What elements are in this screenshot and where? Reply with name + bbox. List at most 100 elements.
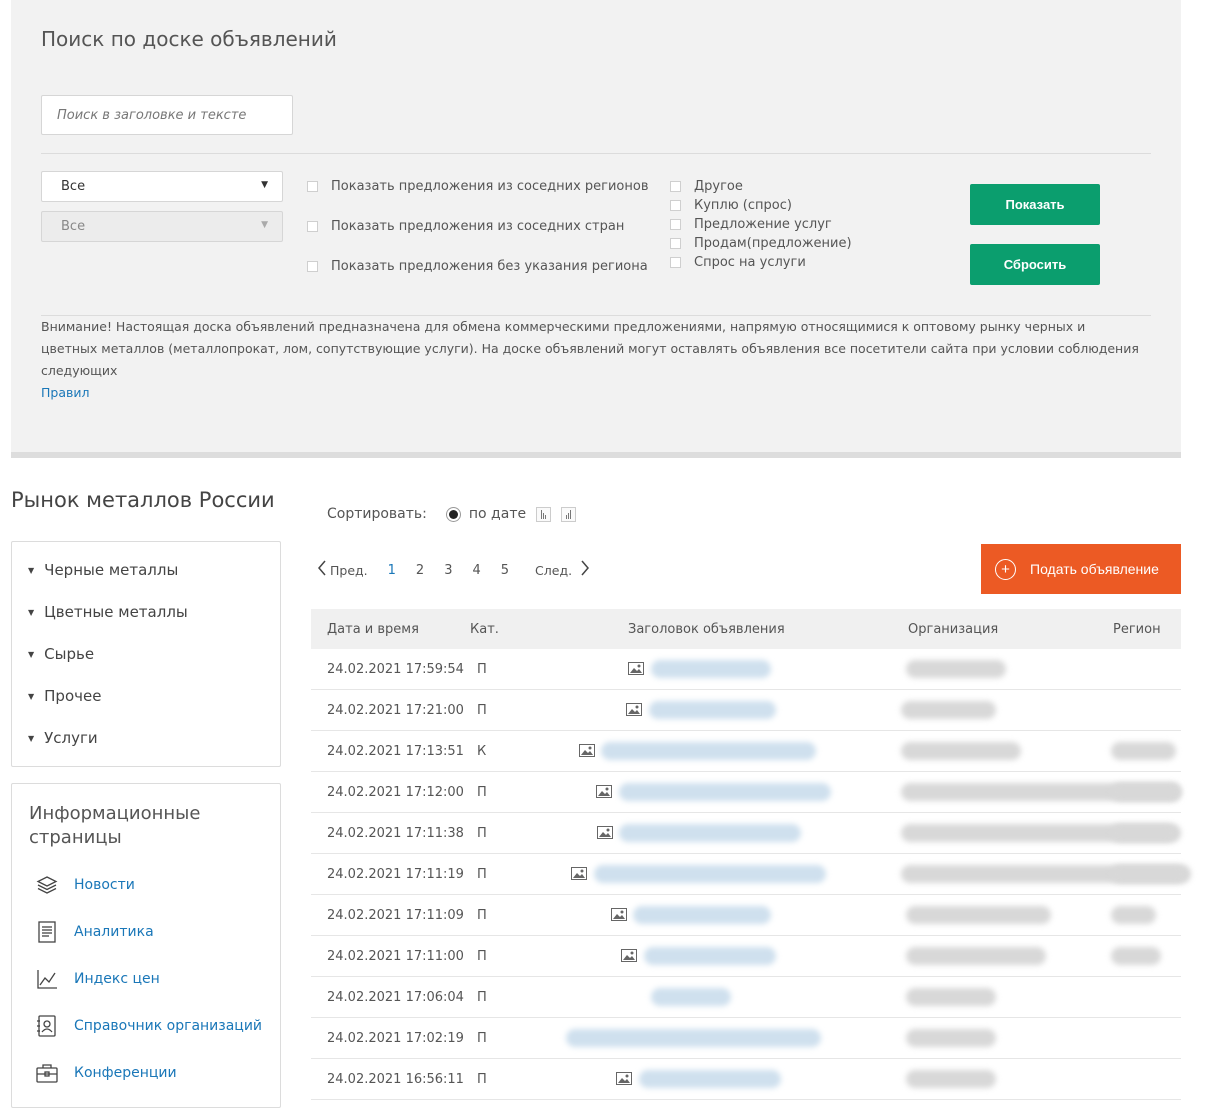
table-row[interactable]: 24.02.2021 17:59:54 П — [311, 649, 1181, 690]
listing-title-link[interactable] — [594, 865, 826, 883]
listing-title-link[interactable] — [601, 742, 816, 760]
checkbox[interactable] — [670, 200, 681, 211]
region-cell — [1111, 865, 1186, 883]
category-item-ferrous[interactable]: ▼ Черные металлы — [28, 561, 178, 579]
region-cell — [1111, 742, 1176, 760]
info-link-directory[interactable]: Справочник организаций — [34, 1013, 262, 1039]
layers-icon — [34, 872, 60, 898]
next-page-link[interactable]: След. — [535, 563, 572, 578]
category-item-other[interactable]: ▼ Прочее — [28, 687, 101, 705]
image-icon — [621, 949, 637, 962]
rules-link[interactable]: Правил — [41, 385, 89, 400]
show-button[interactable]: Показать — [970, 184, 1100, 225]
sort-bars-asc-icon[interactable] — [561, 506, 577, 522]
info-pages-title: Информационные страницы — [29, 803, 201, 848]
listing-title-link[interactable] — [639, 1070, 781, 1088]
prev-page-link[interactable]: Пред. — [330, 563, 368, 578]
page-link-5[interactable]: 5 — [501, 563, 509, 578]
listing-title-link[interactable] — [649, 701, 776, 719]
table-row[interactable]: 24.02.2021 16:56:11 П — [311, 1059, 1181, 1100]
type-option-services-offer[interactable]: Предложение услуг — [670, 217, 832, 232]
table-row[interactable]: 24.02.2021 17:11:09 П — [311, 895, 1181, 936]
cell-category: П — [477, 908, 487, 923]
category-item-services[interactable]: ▼ Услуги — [28, 729, 98, 747]
triangle-down-icon: ▼ — [28, 733, 35, 743]
no-region-option[interactable]: Показать предложения без указания регион… — [307, 259, 648, 274]
table-row[interactable]: 24.02.2021 17:11:19 П — [311, 854, 1191, 895]
header-title[interactable]: Заголовок объявления — [628, 622, 785, 637]
listing-title-link[interactable] — [619, 783, 831, 801]
checkbox[interactable] — [307, 221, 318, 232]
checkbox[interactable] — [307, 261, 318, 272]
checkbox[interactable] — [670, 238, 681, 249]
checkbox-label: Куплю (спрос) — [694, 198, 792, 213]
header-region[interactable]: Регион — [1113, 622, 1161, 637]
listing-title-link[interactable] — [651, 660, 771, 678]
category-label: Сырье — [44, 645, 95, 663]
category-item-raw[interactable]: ▼ Сырье — [28, 645, 94, 663]
info-link-conferences[interactable]: Конференции — [34, 1060, 177, 1086]
header-org[interactable]: Организация — [908, 622, 998, 637]
search-input[interactable] — [41, 95, 293, 135]
reset-button[interactable]: Сбросить — [970, 244, 1100, 285]
page-link-4[interactable]: 4 — [472, 563, 480, 578]
info-link-news[interactable]: Новости — [34, 872, 135, 898]
plus-circle-icon: + — [995, 558, 1016, 580]
briefcase-icon — [34, 1060, 60, 1086]
type-option-other[interactable]: Другое — [670, 179, 743, 194]
checkbox[interactable] — [670, 257, 681, 268]
cell-date: 24.02.2021 17:02:19 — [327, 1031, 464, 1046]
table-row[interactable]: 24.02.2021 17:06:04 П — [311, 977, 1181, 1018]
table-row[interactable]: 24.02.2021 17:11:38 П — [311, 813, 1181, 854]
region-cell — [1111, 947, 1161, 965]
add-listing-button[interactable]: + Подать объявление — [981, 544, 1181, 594]
cell-date: 24.02.2021 17:12:00 — [327, 785, 464, 800]
info-link-price-index[interactable]: Индекс цен — [34, 966, 160, 992]
organization-cell — [906, 947, 1046, 965]
cell-category: П — [477, 1072, 487, 1087]
page-link-1[interactable]: 1 — [388, 563, 396, 578]
neighbor-countries-option[interactable]: Показать предложения из соседних стран — [307, 219, 624, 234]
table-row[interactable]: 24.02.2021 17:21:00 П — [311, 690, 1181, 731]
table-row[interactable]: 24.02.2021 17:13:51 К — [311, 731, 1181, 772]
info-link-label: Конференции — [74, 1065, 177, 1081]
sort-by-date-label[interactable]: по дате — [469, 506, 526, 522]
listing-title-link[interactable] — [566, 1029, 821, 1047]
checkbox[interactable] — [670, 219, 681, 230]
chevron-down-icon: ▼ — [261, 180, 268, 190]
checkbox[interactable] — [670, 181, 681, 192]
listing-title-link[interactable] — [651, 988, 731, 1006]
table-row[interactable]: 24.02.2021 17:12:00 П — [311, 772, 1181, 813]
cell-category: П — [477, 703, 487, 718]
sort-bars-icon[interactable] — [536, 506, 552, 522]
sort-by-date-radio[interactable] — [445, 506, 461, 522]
page-link-2[interactable]: 2 — [416, 563, 424, 578]
category-select[interactable]: Все ▼ — [41, 171, 283, 202]
sort-label: Сортировать: — [327, 506, 427, 522]
header-cat[interactable]: Кат. — [470, 622, 499, 637]
info-link-label: Новости — [74, 877, 135, 893]
header-date[interactable]: Дата и время — [327, 622, 419, 637]
cell-category: П — [477, 1031, 487, 1046]
type-option-services-demand[interactable]: Спрос на услуги — [670, 255, 806, 270]
info-link-analytics[interactable]: Аналитика — [34, 919, 154, 945]
checkbox-label: Показать предложения без указания регион… — [331, 259, 648, 274]
table-row[interactable]: 24.02.2021 17:11:00 П — [311, 936, 1181, 977]
listing-title-link[interactable] — [619, 824, 801, 842]
table-row[interactable]: 24.02.2021 17:02:19 П — [311, 1018, 1181, 1059]
listing-title-link[interactable] — [644, 947, 776, 965]
category-label: Цветные металлы — [44, 603, 188, 621]
category-label: Черные металлы — [44, 561, 179, 579]
page-link-3[interactable]: 3 — [444, 563, 452, 578]
category-item-nonferrous[interactable]: ▼ Цветные металлы — [28, 603, 188, 621]
checkbox-label: Спрос на услуги — [694, 255, 806, 270]
type-option-sell[interactable]: Продам(предложение) — [670, 236, 852, 251]
listing-title-link[interactable] — [633, 906, 771, 924]
neighbor-regions-option[interactable]: Показать предложения из соседних регионо… — [307, 179, 649, 194]
info-link-label: Справочник организаций — [74, 1018, 263, 1034]
chevron-right-icon[interactable] — [580, 560, 590, 580]
triangle-down-icon: ▼ — [28, 691, 35, 701]
checkbox[interactable] — [307, 181, 318, 192]
type-option-buy[interactable]: Куплю (спрос) — [670, 198, 792, 213]
chevron-left-icon[interactable] — [317, 560, 327, 580]
